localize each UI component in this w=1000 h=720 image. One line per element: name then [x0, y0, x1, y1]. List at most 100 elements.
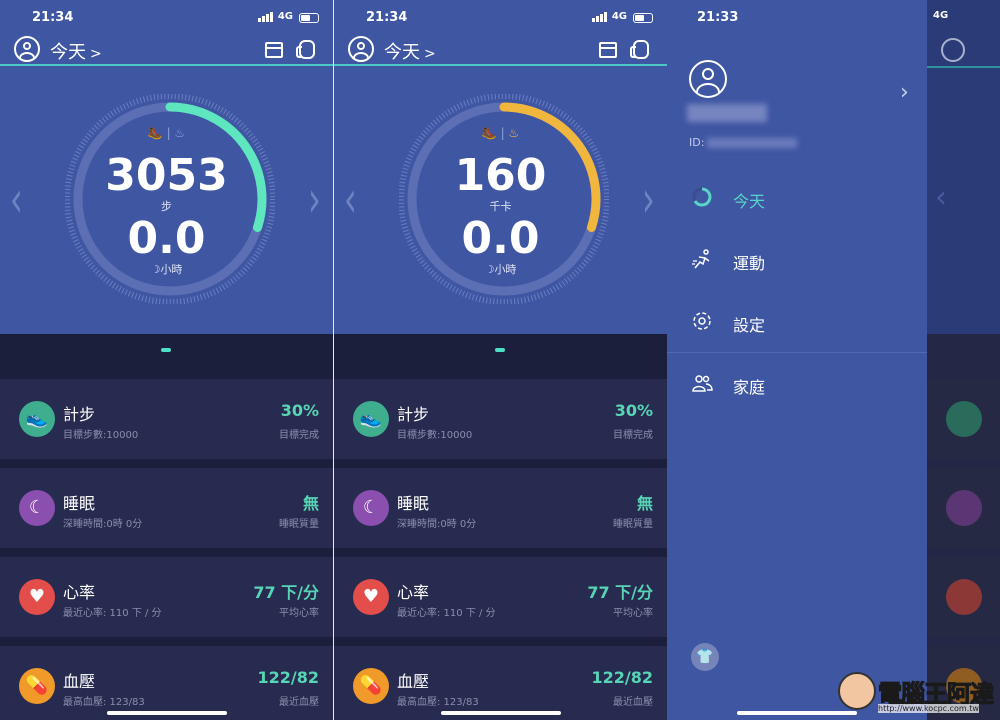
- pill-icon: 💊: [353, 668, 389, 704]
- card-sleep[interactable]: ☾ 睡眠 深睡時間:0時 0分 無 睡眠質量: [334, 468, 667, 548]
- sleep-unit-label: 小時: [160, 263, 183, 276]
- date-selector[interactable]: 今天 >: [384, 38, 436, 64]
- card-title: 心率: [397, 583, 430, 602]
- peek-arrow-icon: ‹: [935, 180, 947, 215]
- card-subtitle: 深睡時間:0時 0分: [397, 519, 477, 530]
- app-header: 今天 >: [334, 34, 667, 66]
- heart-icon: ♥: [353, 579, 389, 615]
- card-subtitle: 最高血壓: 123/83: [397, 697, 479, 708]
- card-blood-pressure[interactable]: 💊 血壓 最高血壓: 123/83 122/82 最近血壓: [334, 646, 667, 720]
- card-value: 無: [302, 494, 319, 513]
- peek-moon-icon: [946, 490, 982, 526]
- battery-icon: [633, 13, 653, 23]
- calendar-icon[interactable]: [265, 42, 283, 58]
- menu-item-exercise[interactable]: 運動: [667, 240, 927, 280]
- card-sleep[interactable]: ☾ 睡眠 深睡時間:0時 0分 無 睡眠質量: [0, 468, 333, 548]
- home-indicator[interactable]: [441, 711, 561, 715]
- user-id-blurred: [707, 138, 797, 148]
- menu-item-settings[interactable]: 設定: [667, 302, 927, 342]
- date-selector[interactable]: 今天 >: [50, 38, 102, 64]
- metric-type-icons: 🥾 | ♨: [481, 126, 520, 140]
- ring-sleep-unit: ☽小時: [0, 261, 333, 277]
- profile-chevron-icon[interactable]: ›: [900, 80, 909, 105]
- card-subtitle: 最近心率: 110 下 / 分: [397, 608, 496, 619]
- username-blurred: [687, 104, 767, 122]
- card-value: 無: [636, 494, 653, 513]
- peek-header-line: [927, 66, 1000, 68]
- page-title: 今天: [50, 42, 86, 63]
- summary-panel: 21:34 4G 今天 > ‹ › 🥾 | ♨ 160 千卡 0.0 ☽小時: [334, 0, 667, 334]
- user-id-label: ID:: [689, 136, 705, 149]
- ring-sleep-value: 0.0: [461, 213, 540, 264]
- band-device-icon[interactable]: [296, 40, 315, 59]
- band-device-icon[interactable]: [630, 40, 649, 59]
- shirt-icon[interactable]: 👕: [691, 643, 719, 671]
- moon-icon: ☾: [353, 490, 389, 526]
- heart-icon: ♥: [19, 579, 55, 615]
- peek-card: [927, 557, 1000, 637]
- card-steps[interactable]: 👟 計步 目標步數:10000 30% 目標完成: [334, 379, 667, 459]
- card-title: 心率: [63, 583, 96, 602]
- card-blood-pressure[interactable]: 💊 血壓 最高血壓: 123/83 122/82 最近血壓: [0, 646, 333, 720]
- page-indicator: [161, 348, 171, 352]
- watermark-url: http://www.kocpc.com.tw: [878, 704, 979, 713]
- card-title: 計步: [63, 405, 96, 424]
- peek-avatar-icon: [941, 38, 965, 62]
- chevron-right-icon: >: [424, 46, 436, 62]
- app-header: 今天 >: [0, 34, 333, 66]
- card-subtitle: 深睡時間:0時 0分: [63, 519, 143, 530]
- page-indicator: [495, 348, 505, 352]
- home-indicator[interactable]: [107, 711, 227, 715]
- card-value-label: 平均心率: [279, 608, 319, 619]
- chevron-right-icon: >: [90, 46, 102, 62]
- ring-primary-unit: 千卡: [489, 200, 512, 213]
- card-subtitle: 目標步數:10000: [63, 430, 139, 441]
- card-value: 30%: [280, 401, 319, 420]
- moon-small-icon: ☽: [150, 263, 161, 276]
- card-steps[interactable]: 👟 計步 目標步數:10000 30% 目標完成: [0, 379, 333, 459]
- menu-item-family[interactable]: 家庭: [667, 364, 927, 404]
- card-subtitle: 目標步數:10000: [397, 430, 473, 441]
- mascot-face-icon: [838, 672, 876, 710]
- underlying-screen-peek[interactable]: 4G ‹: [927, 0, 1000, 720]
- card-title: 睡眠: [63, 494, 96, 513]
- menu-item-today[interactable]: 今天: [667, 178, 927, 218]
- card-title: 計步: [397, 405, 430, 424]
- menu-label: 今天: [733, 192, 766, 211]
- card-value: 122/82: [257, 668, 319, 687]
- ring-sleep-unit: ☽小時: [334, 261, 667, 277]
- card-title: 血壓: [63, 672, 96, 691]
- ring-sleep-value: 0.0: [127, 213, 206, 264]
- status-time: 21:34: [32, 10, 74, 25]
- today-ring-icon: [692, 187, 712, 207]
- peek-shoe-icon: [946, 401, 982, 437]
- card-value-label: 目標完成: [279, 430, 319, 441]
- watermark-logo: 電腦王阿達 http://www.kocpc.com.tw: [830, 672, 1000, 718]
- peek-heart-icon: [946, 579, 982, 615]
- drawer-avatar-icon[interactable]: [689, 60, 727, 98]
- status-time: 21:33: [697, 10, 739, 25]
- moon-icon: ☾: [19, 490, 55, 526]
- summary-panel: 21:34 4G 今天 > ‹ › 🥾 | ♨ 3053 步 0.0 ☽小時: [0, 0, 333, 334]
- card-value: 30%: [614, 401, 653, 420]
- status-bar: 21:34 4G: [0, 10, 333, 26]
- card-value-label: 最近血壓: [279, 697, 319, 708]
- shoe-icon: 👟: [353, 401, 389, 437]
- card-subtitle: 最高血壓: 123/83: [63, 697, 145, 708]
- menu-label: 設定: [733, 316, 766, 335]
- screen-drawer: 4G ‹ 21:33 ID: › 今天 運動 設定 家庭 👕: [667, 0, 1000, 720]
- card-value-label: 睡眠質量: [613, 519, 653, 530]
- status-bar: 21:34 4G: [334, 10, 667, 26]
- peek-card: [927, 379, 1000, 459]
- card-heart-rate[interactable]: ♥ 心率 最近心率: 110 下 / 分 77 下/分 平均心率: [0, 557, 333, 637]
- calendar-icon[interactable]: [599, 42, 617, 58]
- page-title: 今天: [384, 42, 420, 63]
- menu-divider: [667, 352, 927, 353]
- card-heart-rate[interactable]: ♥ 心率 最近心率: 110 下 / 分 77 下/分 平均心率: [334, 557, 667, 637]
- menu-label: 運動: [733, 254, 766, 273]
- nav-drawer: 21:33 ID: › 今天 運動 設定 家庭 👕: [667, 0, 927, 720]
- peek-card: [927, 468, 1000, 548]
- profile-avatar-icon[interactable]: [348, 36, 374, 62]
- shoe-icon: 👟: [19, 401, 55, 437]
- profile-avatar-icon[interactable]: [14, 36, 40, 62]
